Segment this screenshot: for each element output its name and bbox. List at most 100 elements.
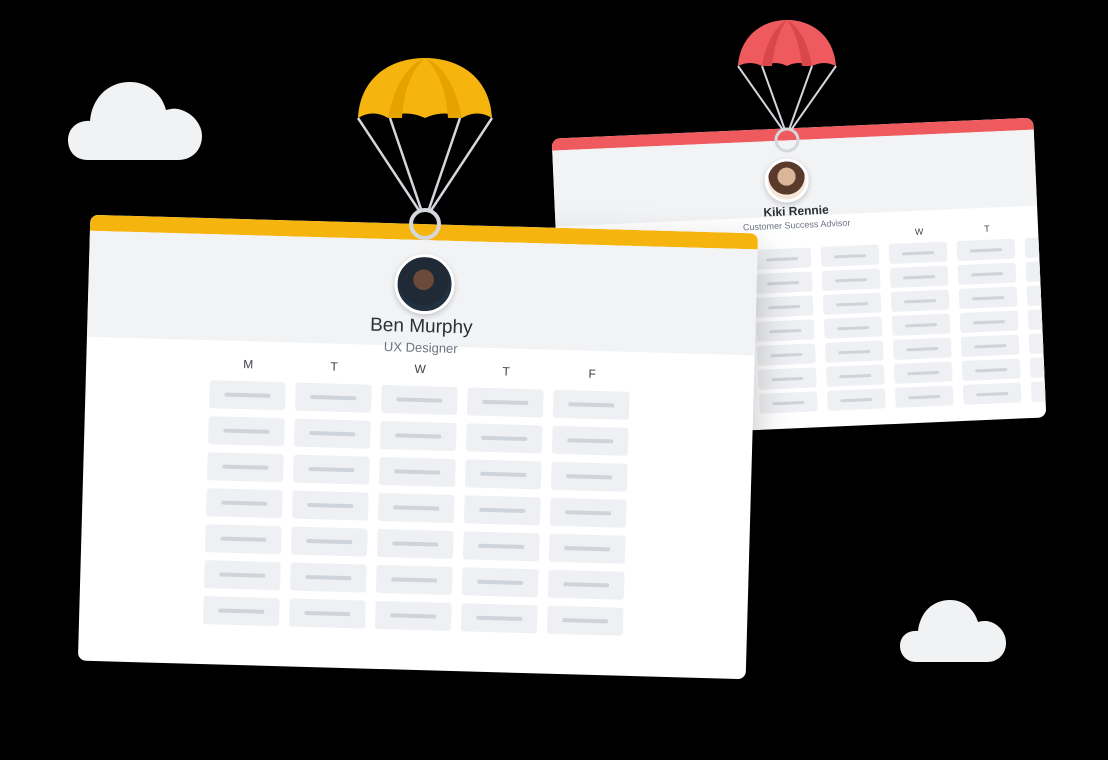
placeholder-line	[905, 322, 938, 327]
placeholder-line	[906, 346, 939, 351]
weekday-label	[752, 231, 814, 244]
schedule-row	[203, 560, 635, 600]
schedule-slot	[825, 364, 885, 387]
placeholder-line	[304, 610, 351, 617]
schedule-slot	[460, 603, 538, 634]
placeholder-line	[218, 608, 265, 614]
placeholder-line	[307, 502, 354, 509]
placeholder-line	[305, 574, 352, 581]
schedule-slot	[756, 343, 816, 366]
schedule-slot	[1026, 283, 1047, 307]
schedule-slot	[1028, 331, 1047, 355]
schedule-slot	[752, 247, 812, 270]
schedule-slot	[546, 605, 624, 636]
placeholder-line	[1037, 244, 1047, 250]
schedule-row	[202, 596, 634, 636]
placeholder-line	[1042, 340, 1047, 345]
schedule-row	[207, 416, 639, 456]
schedule-slot	[203, 560, 281, 591]
schedule-slot	[206, 452, 284, 483]
placeholder-line	[563, 582, 610, 588]
schedule-slot	[550, 461, 628, 492]
placeholder-line	[770, 352, 803, 357]
schedule-slot	[891, 313, 951, 336]
weekday-label: F	[588, 366, 596, 381]
schedule-slot	[757, 367, 817, 390]
placeholder-line	[478, 543, 525, 550]
schedule-slot	[552, 389, 630, 420]
placeholder-line	[836, 301, 869, 306]
schedule-slot	[462, 531, 540, 562]
placeholder-line	[564, 546, 611, 552]
placeholder-line	[222, 464, 269, 470]
placeholder-line	[970, 271, 1004, 276]
placeholder-line	[907, 370, 940, 375]
parachute-icon	[737, 20, 837, 153]
schedule-slot	[204, 524, 282, 555]
avatar	[763, 157, 810, 204]
schedule-grid: WTF	[752, 219, 1047, 418]
schedule-slot	[379, 420, 457, 452]
schedule-slot	[956, 238, 1016, 262]
schedule-row	[204, 524, 636, 564]
schedule-slot	[378, 456, 456, 488]
placeholder-line	[838, 349, 871, 354]
cloud-icon	[68, 82, 202, 160]
placeholder-line	[835, 277, 868, 282]
schedule-slot	[291, 490, 369, 521]
schedule-slot	[821, 268, 881, 291]
schedule-slot	[892, 337, 952, 360]
placeholder-line	[834, 253, 867, 258]
placeholder-line	[1038, 268, 1047, 274]
placeholder-line	[565, 510, 612, 516]
placeholder-line	[395, 433, 442, 439]
placeholder-line	[481, 435, 528, 442]
schedule-slot	[549, 497, 627, 528]
placeholder-line	[837, 325, 870, 330]
schedule-slot	[823, 316, 883, 339]
schedule-slot	[754, 295, 814, 318]
schedule-slot	[962, 382, 1022, 405]
schedule-slot	[289, 562, 367, 593]
schedule-slot	[292, 454, 370, 485]
placeholder-line	[482, 399, 529, 406]
schedule-slot	[547, 569, 625, 600]
schedule-slot	[464, 459, 542, 490]
schedule-slot	[961, 358, 1021, 381]
placeholder-line	[568, 402, 615, 408]
schedule-slot	[207, 416, 285, 447]
schedule-slot	[377, 492, 455, 524]
weekday-label	[820, 228, 882, 241]
placeholder-line	[566, 474, 613, 480]
placeholder-line	[479, 507, 526, 514]
schedule-slot	[893, 361, 953, 384]
schedule-slot	[463, 495, 541, 526]
placeholder-line	[976, 391, 1009, 396]
schedule-slot	[826, 388, 886, 411]
placeholder-line	[1039, 292, 1047, 298]
placeholder-line	[393, 505, 440, 511]
placeholder-line	[224, 392, 271, 398]
schedule-slot	[380, 384, 458, 416]
schedule-slot	[890, 289, 950, 312]
placeholder-line	[391, 577, 438, 583]
schedule-slot	[466, 387, 544, 418]
placeholder-line	[476, 615, 523, 621]
schedule-slot	[293, 418, 371, 449]
placeholder-line	[771, 376, 804, 381]
weekday-label: W	[414, 361, 427, 377]
schedule-slot	[958, 286, 1018, 310]
schedule-slot	[894, 385, 954, 408]
weekday-label: T	[330, 359, 339, 374]
placeholder-line	[567, 438, 614, 444]
placeholder-line	[974, 343, 1007, 348]
schedule-grid: MTWTF	[202, 356, 641, 644]
placeholder-line	[839, 373, 872, 378]
schedule-slot	[889, 265, 949, 289]
schedule-slot	[1030, 379, 1047, 402]
placeholder-line	[973, 319, 1006, 324]
weekday-label: T	[984, 223, 990, 234]
parachute-icon	[356, 58, 494, 240]
schedule-row	[205, 488, 637, 528]
schedule-slot	[759, 391, 818, 414]
